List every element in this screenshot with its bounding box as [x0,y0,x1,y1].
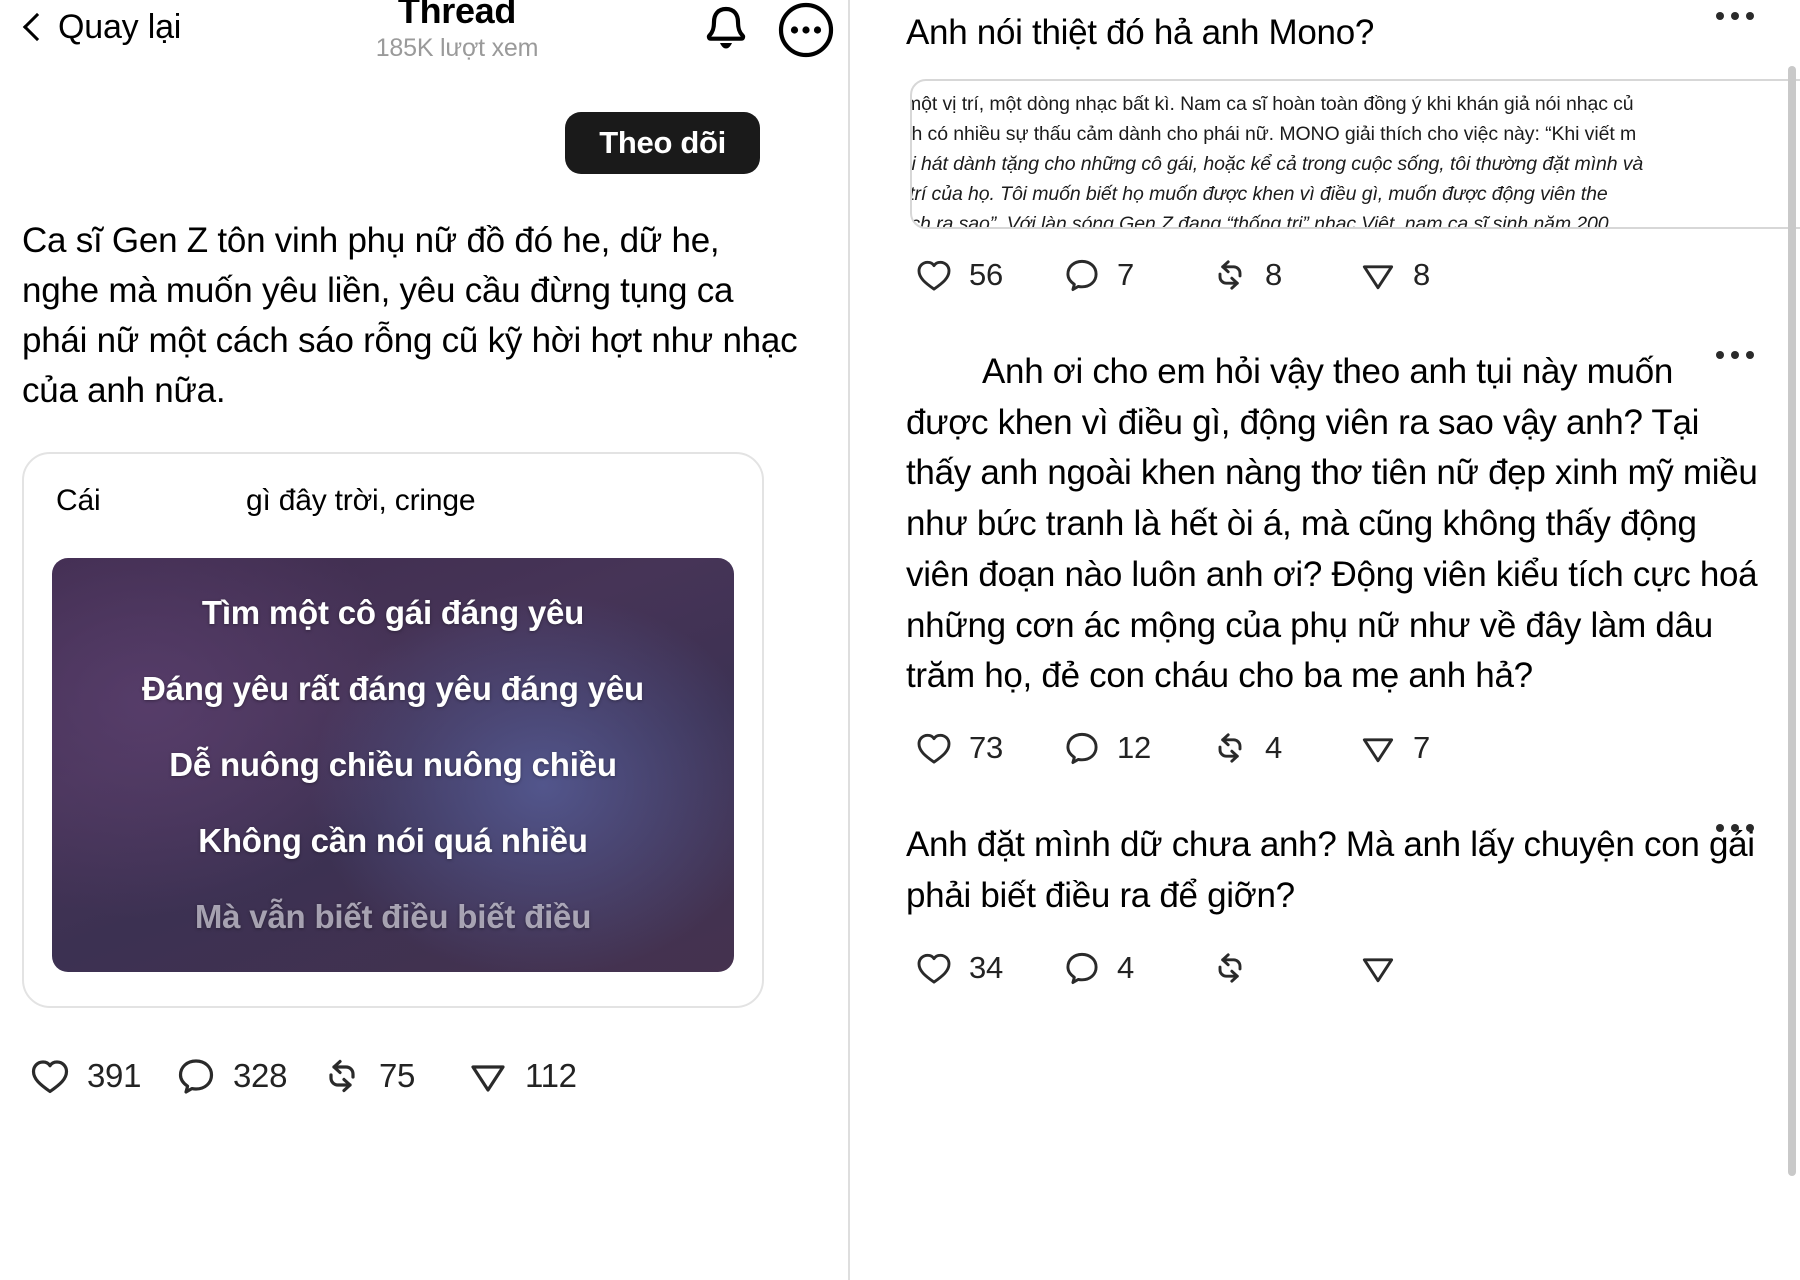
back-button[interactable]: Quay lại [22,2,181,47]
like-action[interactable]: 34 [914,948,1062,988]
share-count: 8 [1413,256,1430,292]
quoted-post-header: Cái gì đây trời, cringe [52,484,734,518]
comment-count: 4 [1117,949,1134,985]
more-circle-icon[interactable] [778,2,834,58]
share-icon [1358,728,1398,768]
repost-icon [1210,948,1250,988]
share-action[interactable]: 8 [1358,255,1506,295]
article-screenshot-content: y một vị trí, một dòng nhạc bất kì. Nam … [910,89,1800,229]
quoted-post-card[interactable]: Cái gì đây trời, cringe Tìm một cô gái đ… [22,452,764,1009]
thread-app: Quay lại Thread 185K lượt xem Theo dõi C… [0,0,1800,1280]
chevron-left-icon [22,10,44,46]
more-dots-icon[interactable] [1716,350,1754,359]
more-dots-icon[interactable] [1716,12,1754,20]
quoted-caption: gì đây trời, cringe [246,484,476,518]
thread-title-block: Thread 185K lượt xem [322,0,592,63]
share-icon [1358,255,1398,295]
back-button-label: Quay lại [58,8,182,46]
repost-count: 4 [1265,730,1282,765]
share-action[interactable]: 112 [466,1054,612,1098]
article-line: bài hát dành tặng cho những cô gái, hoặc… [910,152,1644,175]
topbar-actions [700,2,834,58]
comment-icon [1062,255,1102,295]
heart-icon [914,728,954,768]
comment-count: 328 [233,1057,288,1095]
repost-icon [320,1054,364,1098]
heart-icon [914,948,954,988]
repost-count: 8 [1265,256,1282,292]
follow-row: Theo dõi [22,112,826,174]
like-action[interactable]: 391 [28,1054,174,1098]
post-action-bar: 391 328 75 112 [22,1054,826,1098]
article-line: cách ra sao”. Với làn sóng Gen Z đang “t… [910,212,1609,229]
reply-item: Anh đặt mình dữ chưa anh? Mà anh lấy chu… [906,812,1772,988]
comment-action[interactable]: 4 [1062,948,1210,988]
like-count: 56 [969,256,1003,292]
quoted-author-fragment: Cái [56,484,101,518]
comment-icon [174,1054,218,1098]
share-icon [1358,948,1398,988]
reply-action-bar: 56 7 8 8 [906,255,1772,295]
article-line: anh có nhiều sự thấu cảm dành cho phái n… [910,122,1637,145]
lyric-image[interactable]: Tìm một cô gái đáng yêu Đáng yêu rất đán… [52,558,734,972]
lyric-line: Mà vẫn biết điều biết điều [194,898,592,936]
reply-separator [906,768,1772,812]
lyric-line: Dễ nuông chiều nuông chiều [169,746,617,784]
article-line: vị trí của họ. Tôi muốn biết họ muốn đượ… [910,182,1608,205]
comment-action[interactable]: 12 [1062,728,1210,768]
reply-text: Anh nói thiệt đó hả anh Mono? [906,13,1375,52]
page-title: Thread [397,0,517,31]
share-action[interactable] [1358,948,1506,988]
repost-count: 75 [379,1057,416,1095]
lyric-line: Đáng yêu rất đáng yêu đáng yêu [142,670,644,708]
reply-item: Anh nói thiệt đó hả anh Mono? y một vị t… [906,0,1800,295]
article-line: y một vị trí, một dòng nhạc bất kì. Nam … [910,92,1634,115]
view-count: 185K lượt xem [375,34,539,62]
like-action[interactable]: 56 [914,255,1062,295]
more-dots-icon[interactable] [1716,824,1754,832]
reply-action-bar: 34 4 [906,948,1772,988]
share-count: 7 [1413,730,1430,765]
repost-action[interactable]: 75 [320,1054,466,1098]
reply-item: Anh ơi cho em hỏi vậy theo anh tụi này m… [906,339,1772,768]
comment-count: 7 [1117,256,1134,292]
bell-icon[interactable] [700,2,752,58]
like-count: 34 [969,949,1003,985]
share-action[interactable]: 7 [1358,728,1506,768]
like-count: 73 [969,730,1003,765]
reply-separator [906,295,1772,339]
comment-action[interactable]: 7 [1062,255,1210,295]
repost-action[interactable]: 4 [1210,728,1358,768]
lyric-line: Không cần nói quá nhiều [198,822,588,860]
like-count: 391 [87,1057,142,1095]
lyric-line: Tìm một cô gái đáng yêu [201,594,585,632]
thread-topbar: Quay lại Thread 185K lượt xem [22,0,834,96]
reply-text: Anh đặt mình dữ chưa anh? Mà anh lấy chu… [906,825,1755,915]
comment-icon [1062,728,1102,768]
vertical-scrollbar[interactable] [1788,66,1796,1176]
article-screenshot[interactable]: y một vị trí, một dòng nhạc bất kì. Nam … [910,78,1800,229]
comment-count: 12 [1117,730,1151,765]
thread-main-pane: Quay lại Thread 185K lượt xem Theo dõi C… [0,0,848,1280]
repost-icon [1210,255,1250,295]
post-body-text: Ca sĩ Gen Z tôn vinh phụ nữ đồ đó he, dữ… [22,221,798,411]
reply-text: Anh ơi cho em hỏi vậy theo anh tụi này m… [906,347,1772,702]
heart-icon [28,1054,72,1098]
repost-action[interactable] [1210,948,1358,988]
heart-icon [914,255,954,295]
comment-action[interactable]: 328 [174,1054,320,1098]
replies-pane: Anh nói thiệt đó hả anh Mono? y một vị t… [850,0,1800,1280]
follow-button[interactable]: Theo dõi [565,112,760,174]
like-action[interactable]: 73 [914,728,1062,768]
reply-action-bar: 73 12 4 7 [906,728,1772,768]
comment-icon [1062,948,1102,988]
repost-action[interactable]: 8 [1210,255,1358,295]
reply-text-content: Anh ơi cho em hỏi vậy theo anh tụi này m… [906,351,1758,696]
share-count: 112 [525,1057,577,1095]
share-icon [466,1054,510,1098]
repost-icon [1210,728,1250,768]
